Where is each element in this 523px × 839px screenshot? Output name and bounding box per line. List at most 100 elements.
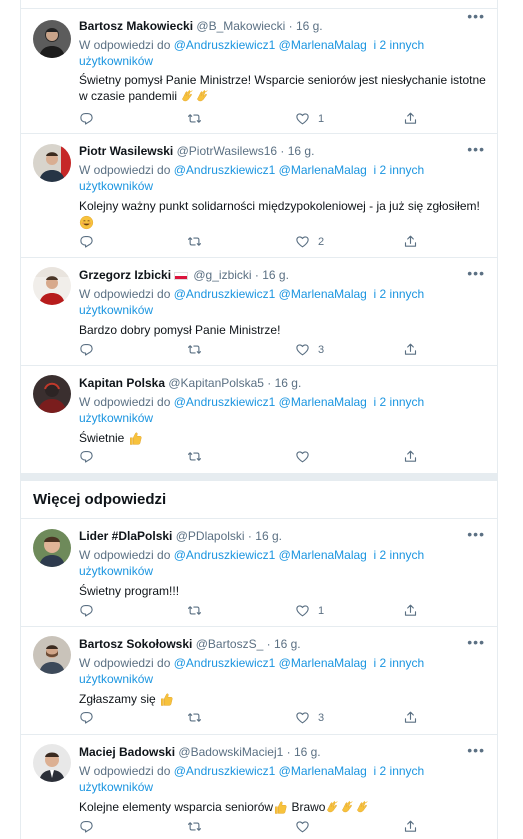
mention-link[interactable]: @MarlenaMalag bbox=[279, 764, 367, 778]
reply-button[interactable] bbox=[79, 710, 94, 725]
avatar[interactable] bbox=[33, 267, 71, 305]
mention-link[interactable]: @Andruszkiewicz1 bbox=[174, 38, 276, 52]
like-button[interactable]: 3 bbox=[295, 342, 324, 357]
author-handle[interactable]: @BadowskiMaciej1 bbox=[178, 745, 283, 759]
avatar[interactable] bbox=[33, 636, 71, 674]
retweet-button[interactable] bbox=[187, 111, 202, 126]
share-button[interactable] bbox=[403, 819, 418, 834]
share-button[interactable] bbox=[403, 234, 418, 249]
author-handle[interactable]: @KapitanPolska5 bbox=[168, 376, 264, 390]
reply-button[interactable] bbox=[79, 449, 94, 464]
author-name[interactable]: Maciej Badowski bbox=[79, 745, 175, 759]
avatar[interactable] bbox=[33, 20, 71, 58]
tweet-time[interactable]: 16 g. bbox=[262, 268, 289, 282]
like-button[interactable]: 1 bbox=[295, 603, 324, 618]
avatar[interactable] bbox=[33, 744, 71, 782]
mention-link[interactable]: @Andruszkiewicz1 bbox=[174, 656, 276, 670]
more-options-icon[interactable]: ••• bbox=[467, 9, 485, 23]
mention-link[interactable]: @MarlenaMalag bbox=[279, 38, 367, 52]
mention-link[interactable]: @Andruszkiewicz1 bbox=[174, 395, 276, 409]
tweet-text: Świetny program!!! bbox=[79, 583, 489, 599]
retweet-button[interactable] bbox=[187, 710, 202, 725]
avatar[interactable] bbox=[33, 144, 71, 182]
others-link[interactable]: użytkowników bbox=[79, 672, 153, 686]
others-link[interactable]: i 2 innych bbox=[374, 548, 425, 562]
avatar[interactable] bbox=[33, 529, 71, 567]
author-handle[interactable]: @BartoszS_ bbox=[196, 637, 264, 651]
author-handle[interactable]: @B_Makowiecki bbox=[196, 19, 285, 33]
like-button[interactable] bbox=[295, 449, 318, 464]
tweet-time[interactable]: 16 g. bbox=[296, 19, 323, 33]
reply-button[interactable] bbox=[79, 342, 94, 357]
tweet-body: Świetny pomysł Panie Ministrze! Wsparcie… bbox=[79, 73, 486, 103]
author-handle[interactable]: @g_izbicki bbox=[193, 268, 251, 282]
others-link[interactable]: i 2 innych bbox=[374, 656, 425, 670]
retweet-button[interactable] bbox=[187, 449, 202, 464]
tweet-card[interactable]: Piotr Wasilewski @PiotrWasilews16 · 16 g… bbox=[21, 134, 497, 258]
more-options-icon[interactable]: ••• bbox=[467, 142, 485, 156]
author-name[interactable]: Bartosz Makowiecki bbox=[79, 19, 193, 33]
tweet-card[interactable]: Lider #DlaPolski @PDlapolski · 16 g. W o… bbox=[21, 519, 497, 627]
more-options-icon[interactable]: ••• bbox=[467, 635, 485, 649]
author-name[interactable]: Grzegorz Izbicki bbox=[79, 268, 171, 282]
tweet-time[interactable]: 16 g. bbox=[294, 745, 321, 759]
tweet-time[interactable]: 16 g. bbox=[274, 637, 301, 651]
mention-link[interactable]: @MarlenaMalag bbox=[279, 656, 367, 670]
others-link[interactable]: użytkowników bbox=[79, 54, 153, 68]
tweet-card[interactable]: Grzegorz Izbicki @g_izbicki · 16 g. W od… bbox=[21, 258, 497, 366]
others-link[interactable]: i 2 innych bbox=[374, 395, 425, 409]
retweet-button[interactable] bbox=[187, 234, 202, 249]
others-link[interactable]: użytkowników bbox=[79, 179, 153, 193]
mention-link[interactable]: @MarlenaMalag bbox=[279, 395, 367, 409]
mention-link[interactable]: @Andruszkiewicz1 bbox=[174, 764, 276, 778]
author-name[interactable]: Kapitan Polska bbox=[79, 376, 165, 390]
others-link[interactable]: użytkowników bbox=[79, 564, 153, 578]
reply-button[interactable] bbox=[79, 234, 94, 249]
share-button[interactable] bbox=[403, 603, 418, 618]
author-name[interactable]: Piotr Wasilewski bbox=[79, 144, 173, 158]
author-name[interactable]: Bartosz Sokołowski bbox=[79, 637, 192, 651]
mention-link[interactable]: @Andruszkiewicz1 bbox=[174, 548, 276, 562]
others-link[interactable]: i 2 innych bbox=[374, 38, 425, 52]
retweet-button[interactable] bbox=[187, 603, 202, 618]
mention-link[interactable]: @MarlenaMalag bbox=[279, 163, 367, 177]
avatar[interactable] bbox=[33, 375, 71, 413]
author-handle[interactable]: @PiotrWasilews16 bbox=[177, 144, 277, 158]
like-button[interactable]: 3 bbox=[295, 710, 324, 725]
tweet-time[interactable]: 16 g. bbox=[288, 144, 315, 158]
tweet-card[interactable]: Maciej Badowski @BadowskiMaciej1 · 16 g.… bbox=[21, 735, 497, 839]
others-link[interactable]: użytkowników bbox=[79, 303, 153, 317]
others-link[interactable]: i 2 innych bbox=[374, 163, 425, 177]
reply-button[interactable] bbox=[79, 111, 94, 126]
share-button[interactable] bbox=[403, 449, 418, 464]
like-button[interactable] bbox=[295, 819, 318, 834]
like-button[interactable]: 2 bbox=[295, 234, 324, 249]
more-options-icon[interactable]: ••• bbox=[467, 266, 485, 280]
reply-button[interactable] bbox=[79, 819, 94, 834]
share-button[interactable] bbox=[403, 710, 418, 725]
like-button[interactable]: 1 bbox=[295, 111, 324, 126]
tweet-card[interactable]: Kapitan Polska @KapitanPolska5 · 16 g. W… bbox=[21, 366, 497, 473]
mention-link[interactable]: @MarlenaMalag bbox=[279, 548, 367, 562]
author-handle[interactable]: @PDlapolski bbox=[176, 529, 245, 543]
mention-link[interactable]: @MarlenaMalag bbox=[279, 287, 367, 301]
retweet-button[interactable] bbox=[187, 819, 202, 834]
tweet-card[interactable]: Bartosz Sokołowski @BartoszS_ · 16 g. W … bbox=[21, 627, 497, 735]
reply-icon bbox=[79, 819, 94, 834]
tweet-card[interactable]: Bartosz Makowiecki @B_Makowiecki · 16 g.… bbox=[21, 8, 497, 134]
mention-link[interactable]: @Andruszkiewicz1 bbox=[174, 287, 276, 301]
author-name[interactable]: Lider #DlaPolski bbox=[79, 529, 172, 543]
others-link[interactable]: i 2 innych bbox=[374, 287, 425, 301]
share-button[interactable] bbox=[403, 111, 418, 126]
retweet-button[interactable] bbox=[187, 342, 202, 357]
others-link[interactable]: użytkowników bbox=[79, 411, 153, 425]
share-button[interactable] bbox=[403, 342, 418, 357]
others-link[interactable]: i 2 innych bbox=[374, 764, 425, 778]
others-link[interactable]: użytkowników bbox=[79, 780, 153, 794]
tweet-time[interactable]: 16 g. bbox=[275, 376, 302, 390]
mention-link[interactable]: @Andruszkiewicz1 bbox=[174, 163, 276, 177]
reply-button[interactable] bbox=[79, 603, 94, 618]
more-options-icon[interactable]: ••• bbox=[467, 743, 485, 757]
more-options-icon[interactable]: ••• bbox=[467, 527, 485, 541]
tweet-time[interactable]: 16 g. bbox=[255, 529, 282, 543]
